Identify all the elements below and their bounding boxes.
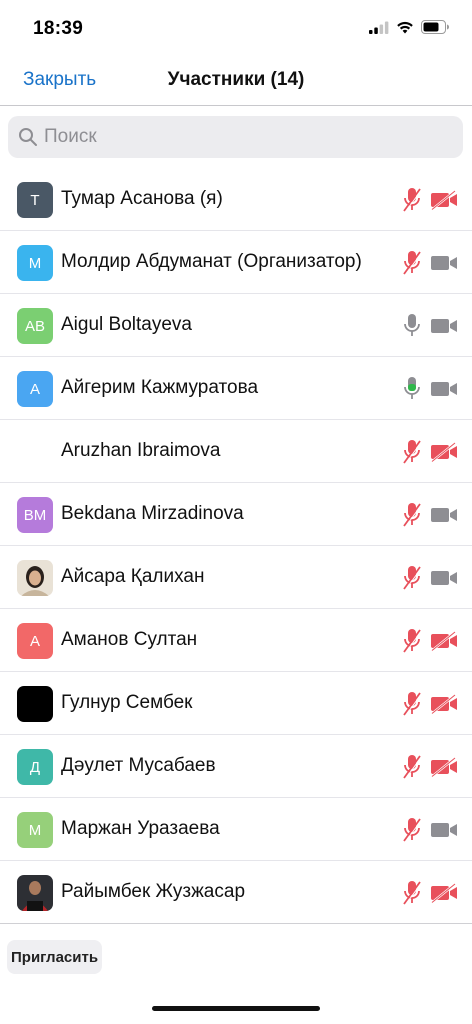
mic-muted-icon[interactable]	[402, 627, 422, 655]
mic-icon[interactable]	[402, 312, 422, 340]
mic-speaking-icon[interactable]	[402, 375, 422, 403]
avatar-initials: Т	[30, 191, 40, 209]
avatar-initials: AB	[24, 317, 45, 335]
battery-icon	[421, 20, 449, 34]
avatar: Т	[17, 182, 53, 218]
invite-button[interactable]: Пригласить	[7, 940, 103, 974]
participant-name: Айгерим Кажмуратова	[61, 377, 259, 398]
mic-muted-icon[interactable]	[402, 186, 422, 214]
video-camera-icon[interactable]	[430, 568, 458, 588]
nav-bar: Закрыть Участники (14)	[0, 56, 472, 106]
video-camera-icon[interactable]	[430, 253, 458, 273]
home-indicator	[152, 1006, 320, 1011]
avatar: М	[17, 812, 53, 848]
video-camera-icon[interactable]	[430, 820, 458, 840]
participant-row[interactable]: Д Дәулет Мусабаев	[0, 735, 472, 798]
participant-row[interactable]: Aruzhan Ibraimova	[0, 420, 472, 483]
participant-row[interactable]: BM Bekdana Mirzadinova	[0, 483, 472, 546]
participant-name: Молдир Абдуманат (Организатор)	[61, 251, 362, 272]
avatar: Д	[17, 749, 53, 785]
avatar: А	[17, 371, 53, 407]
mic-muted-icon[interactable]	[402, 879, 422, 907]
participant-name: Айсара Қалихан	[61, 566, 205, 587]
avatar: AB	[17, 308, 53, 344]
avatar	[17, 434, 53, 470]
participant-name: Aigul Boltayeva	[61, 314, 192, 335]
participant-name: Дәулет Мусабаев	[61, 755, 216, 776]
video-camera-icon[interactable]	[430, 379, 458, 399]
status-bar: 18:39	[0, 0, 472, 56]
mic-muted-icon[interactable]	[402, 564, 422, 592]
page-title: Участники (14)	[167, 69, 305, 90]
avatar	[17, 875, 53, 911]
wifi-icon	[397, 21, 413, 33]
participant-row[interactable]: М Маржан Уразаева	[0, 798, 472, 861]
avatar-initials: Д	[29, 758, 41, 776]
mic-muted-icon[interactable]	[402, 753, 422, 781]
video-off-icon[interactable]	[430, 694, 458, 715]
participants-list: Т Тумар Асанова (я) М Молдир Абдуманат (Орг…	[0, 168, 472, 924]
video-camera-icon[interactable]	[430, 316, 458, 336]
participant-name: Bekdana Mirzadinova	[61, 503, 244, 524]
participant-row[interactable]: Гулнур Сембек	[0, 672, 472, 735]
mic-muted-icon[interactable]	[402, 816, 422, 844]
video-off-icon[interactable]	[430, 442, 458, 463]
avatar-initials: А	[29, 380, 40, 398]
participant-row[interactable]: А Айгерим Кажмуратова	[0, 357, 472, 420]
status-icons	[369, 20, 450, 34]
avatar	[17, 560, 53, 596]
search-input[interactable]	[44, 126, 424, 148]
mic-muted-icon[interactable]	[402, 501, 422, 529]
video-off-icon[interactable]	[430, 631, 458, 652]
participant-name: Гулнур Сембек	[61, 692, 193, 713]
participant-row[interactable]: Т Тумар Асанова (я)	[0, 168, 472, 231]
avatar: BM	[17, 497, 53, 533]
participant-row[interactable]: Райымбек Жузжасар	[0, 861, 472, 924]
participant-row[interactable]: М Молдир Абдуманат (Организатор)	[0, 231, 472, 294]
participant-row[interactable]: Айсара Қалихан	[0, 546, 472, 609]
avatar-initials: BM	[23, 506, 47, 524]
avatar-initials: М	[28, 821, 42, 839]
status-time: 18:39	[33, 18, 84, 39]
avatar: М	[17, 245, 53, 281]
mic-muted-icon[interactable]	[402, 438, 422, 466]
video-camera-icon[interactable]	[430, 505, 458, 525]
mic-muted-icon[interactable]	[402, 690, 422, 718]
participant-row[interactable]: А Аманов Султан	[0, 609, 472, 672]
participant-name: Райымбек Жузжасар	[61, 881, 246, 902]
participant-name: Аманов Султан	[61, 629, 198, 650]
participant-name: Тумар Асанова (я)	[61, 188, 223, 209]
video-off-icon[interactable]	[430, 883, 458, 904]
avatar-initials: М	[28, 254, 42, 272]
video-off-icon[interactable]	[430, 190, 458, 211]
participant-name: Aruzhan Ibraimova	[61, 440, 221, 461]
video-off-icon[interactable]	[430, 757, 458, 778]
cellular-signal-icon	[369, 21, 389, 34]
participant-name: Маржан Уразаева	[61, 818, 220, 839]
avatar: А	[17, 623, 53, 659]
search-icon	[19, 128, 37, 146]
avatar-initials: А	[29, 632, 40, 650]
mic-muted-icon[interactable]	[402, 249, 422, 277]
search-bar[interactable]	[8, 116, 463, 158]
avatar	[17, 686, 53, 722]
participant-row[interactable]: AB Aigul Boltayeva	[0, 294, 472, 357]
